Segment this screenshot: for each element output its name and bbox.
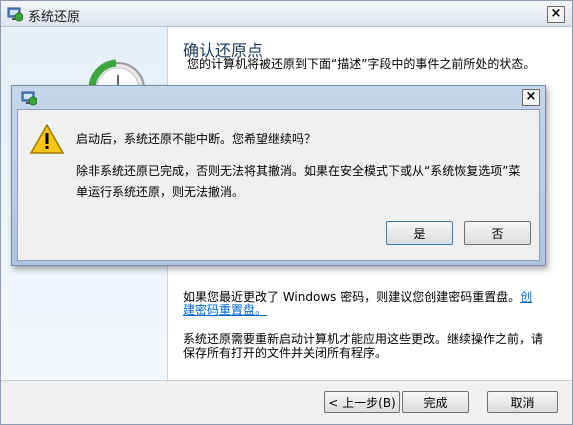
- system-restore-icon: [20, 89, 38, 106]
- password-note: 如果您最近更改了 Windows 密码，则建议您创建密码重置盘。创建密码重置盘。: [183, 291, 543, 317]
- finish-button[interactable]: 完成: [402, 391, 469, 413]
- warning-icon: [30, 124, 64, 154]
- window-title: 系统还原: [28, 10, 81, 25]
- dialog-detail: 除非系统还原已完成，否则无法将其撤消。如果在安全模式下或从“系统恢复选项”菜单运…: [76, 164, 521, 199]
- button-bar: < 上一步(B) 完成 取消: [1, 380, 572, 424]
- no-button[interactable]: 否: [464, 221, 531, 245]
- close-button[interactable]: ×: [547, 6, 565, 23]
- cancel-button[interactable]: 取消: [487, 391, 558, 413]
- dialog-question: 启动后，系统还原不能中断。您希望继续吗？: [76, 132, 317, 146]
- dialog-close-button[interactable]: ×: [522, 89, 540, 106]
- yes-button[interactable]: 是: [386, 221, 453, 245]
- password-note-text: 如果您最近更改了 Windows 密码，则建议您创建密码重置盘。: [183, 290, 521, 304]
- dialog-body: 启动后，系统还原不能中断。您希望继续吗？ 除非系统还原已完成，否则无法将其撤消。…: [17, 109, 540, 261]
- restart-note: 系统还原需要重新启动计算机才能应用这些更改。继续操作之前，请保存所有打开的文件并…: [183, 332, 544, 360]
- confirm-dialog: × 启动后，系统还原不能中断。您希望继续吗？ 除非系统还原已完成，否则无法将其撤…: [11, 85, 546, 266]
- dialog-titlebar: ×: [12, 86, 545, 108]
- main-titlebar: 系统还原 ×: [1, 1, 572, 27]
- system-restore-icon: [6, 5, 24, 22]
- back-button[interactable]: < 上一步(B): [324, 391, 400, 413]
- description-text: 您的计算机将被还原到下面“描述”字段中的事件之前所处的状态。: [187, 57, 536, 71]
